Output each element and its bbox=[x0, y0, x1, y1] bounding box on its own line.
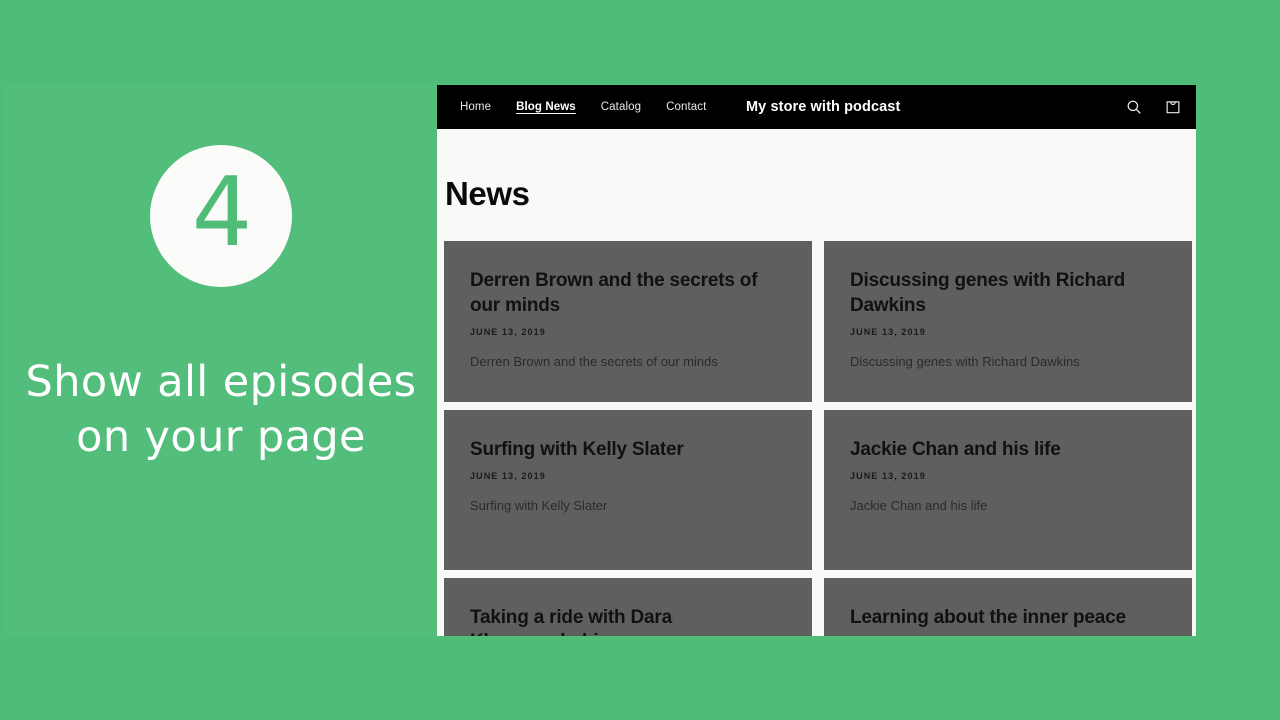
article-card[interactable]: Jackie Chan and his life JUNE 13, 2019 J… bbox=[824, 409, 1192, 570]
promo-panel: 4 Show all episodes on your page bbox=[5, 85, 437, 636]
article-card[interactable]: Discussing genes with Richard Dawkins JU… bbox=[824, 241, 1192, 402]
article-card[interactable]: Derren Brown and the secrets of our mind… bbox=[444, 241, 812, 402]
article-card[interactable]: Learning about the inner peace JUNE 13, … bbox=[824, 577, 1192, 636]
nav-link-home[interactable]: Home bbox=[460, 101, 491, 113]
article-excerpt: Derren Brown and the secrets of our mind… bbox=[470, 354, 718, 370]
article-excerpt: Jackie Chan and his life bbox=[850, 498, 988, 514]
search-icon[interactable] bbox=[1125, 98, 1143, 116]
step-number-text: 4 bbox=[191, 157, 252, 268]
browser-viewport: Home Blog News Catalog Contact My store … bbox=[437, 85, 1196, 636]
article-card[interactable]: Surfing with Kelly Slater JUNE 13, 2019 … bbox=[444, 409, 812, 570]
nav-link-catalog[interactable]: Catalog bbox=[601, 101, 641, 113]
article-date: JUNE 13, 2019 bbox=[850, 471, 926, 482]
page-heading-wrap: News bbox=[437, 129, 1196, 241]
article-title: Learning about the inner peace bbox=[850, 606, 1126, 628]
step-number-badge: 4 bbox=[150, 145, 292, 287]
article-grid: Derren Brown and the secrets of our mind… bbox=[437, 241, 1196, 636]
article-excerpt: Discussing genes with Richard Dawkins bbox=[850, 354, 1080, 370]
article-date: JUNE 13, 2019 bbox=[470, 327, 546, 338]
article-card[interactable]: Taking a ride with Dara Khosrowshahi JUN… bbox=[444, 577, 812, 636]
site-title[interactable]: My store with podcast bbox=[746, 99, 900, 115]
promo-caption: Show all episodes on your page bbox=[25, 357, 417, 462]
site-header: Home Blog News Catalog Contact My store … bbox=[437, 85, 1196, 129]
header-actions bbox=[1125, 98, 1182, 116]
cart-icon[interactable] bbox=[1164, 98, 1182, 116]
article-excerpt: Surfing with Kelly Slater bbox=[470, 498, 608, 514]
article-date: JUNE 13, 2019 bbox=[470, 471, 546, 482]
article-title: Taking a ride with Dara Khosrowshahi bbox=[470, 606, 672, 636]
main-nav: Home Blog News Catalog Contact bbox=[460, 101, 706, 113]
nav-link-contact[interactable]: Contact bbox=[666, 101, 706, 113]
article-title: Surfing with Kelly Slater bbox=[470, 438, 684, 460]
article-title: Jackie Chan and his life bbox=[850, 438, 1061, 460]
article-date: JUNE 13, 2019 bbox=[850, 327, 926, 338]
page-title: News bbox=[445, 175, 530, 212]
article-title: Derren Brown and the secrets of our mind… bbox=[470, 270, 758, 316]
nav-link-blog-news[interactable]: Blog News bbox=[516, 101, 576, 113]
article-title: Discussing genes with Richard Dawkins bbox=[850, 270, 1126, 316]
